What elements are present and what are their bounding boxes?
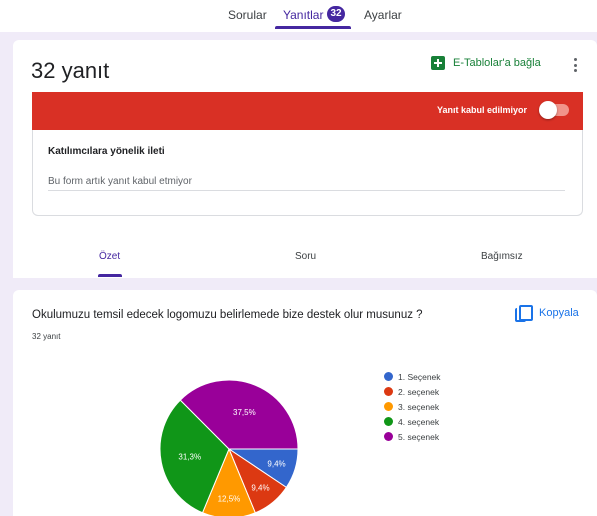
legend-swatch (384, 417, 393, 426)
pie-chart: 9,4% 9,4% 12,5% 31,3% 37,5% (159, 379, 299, 516)
active-tab-indicator (275, 26, 351, 29)
responses-title: 32 yanıt (31, 58, 110, 83)
respondent-message-field[interactable] (48, 173, 565, 191)
legend-item-1: 1. Seçenek (384, 369, 441, 384)
pie-slice-label-2: 9,4% (251, 483, 269, 492)
legend-label: 1. Seçenek (398, 371, 441, 382)
respondent-message-heading: Katılımcılara yönelik ileti (48, 146, 165, 157)
pie-slice-label-3: 12,5% (218, 495, 241, 504)
pie-slice-label-4: 31,3% (178, 453, 201, 462)
legend-label: 3. seçenek (398, 401, 440, 412)
legend-swatch (384, 402, 393, 411)
accepting-responses-toggle[interactable] (539, 101, 569, 119)
responses-card: 32 yanıt E-Tablolar'a bağla Yanıt kabul … (13, 40, 597, 278)
tab-question[interactable]: Soru (295, 251, 316, 262)
top-nav: Sorular Yanıtlar 32 Ayarlar (0, 0, 597, 32)
question-card: Okulumuzu temsil edecek logomuzu belirle… (13, 290, 597, 516)
legend-item-3: 3. seçenek (384, 399, 441, 414)
legend-item-5: 5. seçenek (384, 429, 441, 444)
sheets-icon (431, 56, 445, 70)
active-subtab-indicator (98, 274, 122, 277)
legend-swatch (384, 387, 393, 396)
accepting-status-label: Yanıt kabul edilmiyor (436, 105, 527, 115)
legend-swatch (384, 372, 393, 381)
legend-swatch (384, 432, 393, 441)
more-vert-icon[interactable] (569, 56, 581, 74)
tab-responses[interactable]: Yanıtlar (283, 8, 323, 22)
legend-item-4: 4. seçenek (384, 414, 441, 429)
legend-label: 5. seçenek (398, 431, 440, 442)
legend-label: 2. seçenek (398, 386, 440, 397)
accepting-responses-bar: Yanıt kabul edilmiyor (32, 92, 583, 130)
responses-count-badge: 32 (327, 6, 345, 22)
pie-slice-label-1: 9,4% (267, 459, 285, 468)
legend-label: 4. seçenek (398, 416, 440, 427)
sheets-link-label: E-Tablolar'a bağla (453, 57, 541, 69)
tab-individual[interactable]: Bağımsız (481, 251, 523, 262)
link-to-sheets-button[interactable]: E-Tablolar'a bağla (431, 54, 541, 72)
tab-settings[interactable]: Ayarlar (364, 8, 402, 22)
pie-slice-label-5: 37,5% (233, 408, 256, 417)
toggle-knob (539, 101, 557, 119)
tab-summary[interactable]: Özet (99, 251, 120, 262)
legend-item-2: 2. seçenek (384, 384, 441, 399)
tab-questions[interactable]: Sorular (228, 8, 267, 22)
chart-legend: 1. Seçenek 2. seçenek 3. seçenek 4. seçenek… (384, 369, 441, 444)
